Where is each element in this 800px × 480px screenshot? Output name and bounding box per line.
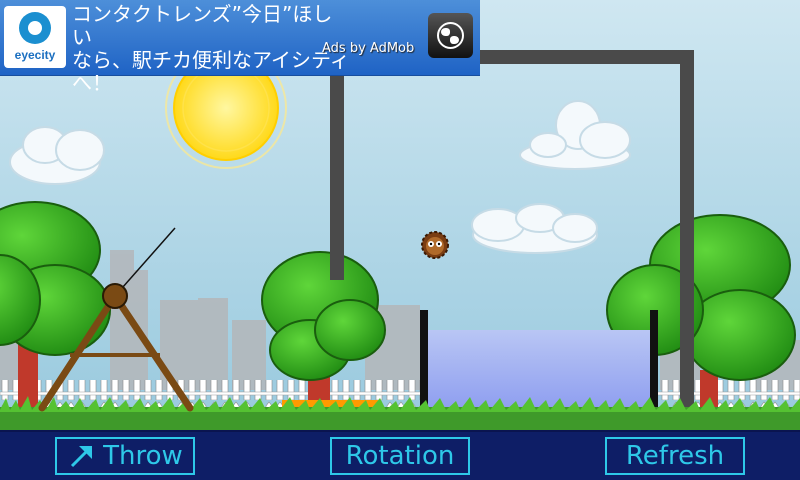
advertiser-logo[interactable]: eyecity xyxy=(4,6,66,68)
ad-text-line: コンタクトレンズ”今日”ほしい xyxy=(72,2,333,49)
rotation-label: Rotation xyxy=(345,441,455,471)
hedgehog xyxy=(421,231,449,259)
refresh-button[interactable]: Refresh xyxy=(605,437,745,475)
game-toolbar: Throw Rotation Refresh xyxy=(0,430,800,480)
game-scene[interactable]: eyecity コンタクトレンズ”今日”ほしい なら、駅チカ便利なアイシティ へ… xyxy=(0,0,800,430)
advertiser-logo-text: eyecity xyxy=(14,48,56,62)
rotation-button[interactable]: Rotation xyxy=(330,437,470,475)
ad-attribution: Ads by AdMob xyxy=(322,41,415,56)
ad-text-line: なら、駅チカ便利なアイシティ xyxy=(72,48,350,72)
ad-banner[interactable]: eyecity コンタクトレンズ”今日”ほしい なら、駅チカ便利なアイシティ へ… xyxy=(0,0,480,95)
eye-logo-icon xyxy=(19,12,51,44)
refresh-label: Refresh xyxy=(625,441,725,471)
throw-label: Throw xyxy=(103,441,183,471)
ad-text-line: へ！ xyxy=(72,71,112,95)
arrow-up-right-icon xyxy=(71,445,93,468)
globe-icon[interactable] xyxy=(428,13,473,58)
throw-button[interactable]: Throw xyxy=(55,437,195,475)
ad-text[interactable]: コンタクトレンズ”今日”ほしい なら、駅チカ便利なアイシティ へ！ xyxy=(72,3,352,95)
